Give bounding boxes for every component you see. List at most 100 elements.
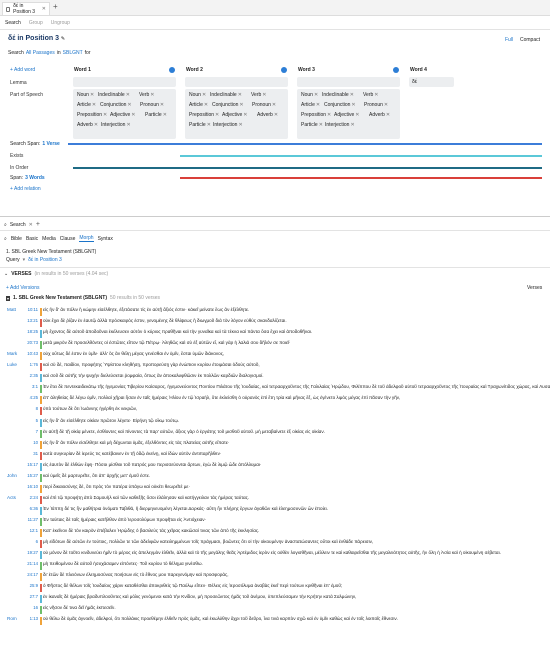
chevron-down-icon[interactable]: ▾ bbox=[6, 295, 11, 301]
pos-chip[interactable]: Adjective✕ bbox=[334, 112, 360, 118]
verse-row[interactable]: John 15:27 καὶ ὑμεῖς δὲ μαρτυρεῖτε, ὅτι ἀπ… bbox=[0, 473, 550, 484]
document-tab[interactable]: δέ in Position 3 ✕ bbox=[2, 2, 50, 15]
pos-chip[interactable]: Pronoun✕ bbox=[140, 102, 164, 108]
verse-reference[interactable]: 6:36 bbox=[24, 506, 38, 511]
verse-reference[interactable]: 5 bbox=[24, 418, 38, 423]
verse-row[interactable]: 10 εἰς ἣν δ' ἂν πόλιν εἰσέλθητε καὶ μὴ δέ… bbox=[0, 440, 550, 451]
pos-chip[interactable]: Article✕ bbox=[189, 102, 208, 108]
edit-pencil-icon[interactable]: ✎ bbox=[61, 36, 65, 42]
span-words-value[interactable]: 3 Words bbox=[25, 175, 45, 181]
verse-reference[interactable]: 10 bbox=[24, 440, 38, 445]
pos-chip[interactable]: Preposition✕ bbox=[77, 112, 107, 118]
new-tab-icon[interactable]: + bbox=[53, 2, 58, 11]
pos-chip[interactable]: Verb✕ bbox=[139, 92, 155, 98]
pos-chip[interactable]: Article✕ bbox=[77, 102, 96, 108]
pos-chip[interactable]: Verb✕ bbox=[363, 92, 379, 98]
word-2-lemma-field[interactable] bbox=[185, 77, 288, 87]
pos-chip[interactable]: Interjection✕ bbox=[101, 122, 131, 128]
verse-row[interactable]: Mark 10:43 οὐχ οὕτως δέ ἐστιν ἐν ὑμῖν· ἀλλ… bbox=[0, 351, 550, 362]
chevron-down-icon[interactable]: ▾ bbox=[23, 257, 26, 263]
scope-selector[interactable]: All Passages bbox=[26, 50, 55, 56]
verse-reference[interactable]: 15:17 bbox=[24, 462, 38, 467]
pos-chip[interactable]: Conjunction✕ bbox=[212, 102, 244, 108]
tab-morph[interactable]: Morph bbox=[79, 235, 94, 242]
pos-chip[interactable]: Conjunction✕ bbox=[324, 102, 356, 108]
verse-book[interactable]: Mark bbox=[7, 351, 17, 356]
verse-reference[interactable]: 12:1 bbox=[24, 528, 38, 533]
word-1-lemma-field[interactable] bbox=[73, 77, 176, 87]
verse-reference[interactable]: 6 bbox=[24, 539, 38, 544]
verse-row[interactable]: 15:17 εἰς ἑαυτὸν δὲ ἐλθὼν ἔφη· Πόσοι μίσθ… bbox=[0, 462, 550, 473]
verse-book[interactable]: Acts bbox=[7, 495, 16, 500]
verse-reference[interactable]: 18:25 bbox=[24, 329, 38, 334]
pos-chip[interactable]: Conjunction✕ bbox=[100, 102, 132, 108]
close-icon[interactable]: ✕ bbox=[29, 222, 33, 228]
verse-row[interactable]: Rom 1:13 οὐ θέλω δὲ ὑμᾶς ἀγνοεῖν, ἀδελφοί,… bbox=[0, 616, 550, 627]
word-3-add-icon[interactable] bbox=[393, 67, 399, 73]
pos-chip[interactable]: Preposition✕ bbox=[301, 112, 331, 118]
view-full-button[interactable]: Full bbox=[505, 37, 513, 43]
pos-chip[interactable]: Preposition✕ bbox=[189, 112, 219, 118]
pos-chip[interactable]: Particle✕ bbox=[145, 112, 167, 118]
verse-row[interactable]: 5 εἰς ἣν δ' ἂν εἰσέλθητε οἰκίαν πρῶτον λέ… bbox=[0, 418, 550, 429]
verse-row[interactable]: 27:7 ἐν ἱκαναῖς δὲ ἡμέραις βραδυπλοοῦντες… bbox=[0, 594, 550, 605]
close-icon[interactable]: ✕ bbox=[42, 6, 46, 12]
query-selector[interactable]: δέ in Position 3 bbox=[28, 257, 62, 263]
pos-chip[interactable]: Interjection✕ bbox=[213, 122, 243, 128]
verse-reference[interactable]: 7 bbox=[24, 429, 38, 434]
verse-reference[interactable]: 10:43 bbox=[24, 351, 38, 356]
word-4-lemma-field[interactable]: δέ bbox=[409, 77, 454, 87]
verse-row[interactable]: 11:27 Ἐν ταύταις δὲ ταῖς ἡμέραις κατῆλθον… bbox=[0, 517, 550, 528]
verse-reference[interactable]: 20:73 bbox=[24, 340, 38, 345]
add-word-button[interactable]: + Add word bbox=[10, 67, 35, 73]
pos-chip[interactable]: Noun✕ bbox=[77, 92, 94, 98]
verse-reference[interactable]: 24:17 bbox=[24, 572, 38, 577]
add-versions-button[interactable]: + Add Versions bbox=[6, 285, 40, 291]
verse-reference[interactable]: 4:25 bbox=[24, 395, 38, 400]
verse-reference[interactable]: 2:35 bbox=[24, 373, 38, 378]
verse-row[interactable]: Acts 2:24 καὶ ἐπὶ τῷ προφήτῃ ἀπὸ Σαμουὴλ κ… bbox=[0, 495, 550, 506]
verse-reference[interactable]: 21:14 bbox=[24, 561, 38, 566]
verse-reference[interactable]: 11:27 bbox=[24, 517, 38, 522]
verse-book[interactable]: Matt bbox=[7, 307, 16, 312]
word-3-lemma-field[interactable] bbox=[297, 77, 400, 87]
verse-row[interactable]: 4:25 ἐπ' ἀληθείας δὲ λέγω ὑμῖν, πολλαὶ χῆ… bbox=[0, 395, 550, 406]
pos-chip[interactable]: Adjective✕ bbox=[222, 112, 248, 118]
result-group-header[interactable]: ▾ 1. SBL Greek New Testament (SBLGNT) 50… bbox=[6, 295, 160, 301]
verse-row[interactable]: 31 κατὰ συγκυρίαν δὲ ἱερεύς τις κατέβαινε… bbox=[0, 451, 550, 462]
verse-reference[interactable]: 16:10 bbox=[24, 484, 38, 489]
pos-chip[interactable]: Pronoun✕ bbox=[364, 102, 388, 108]
pos-chip[interactable]: Pronoun✕ bbox=[252, 102, 276, 108]
pos-chip[interactable]: Particle✕ bbox=[189, 122, 211, 128]
verse-row[interactable]: 3:1 Ἐν ἔτει δὲ πεντεκαιδεκάτῳ τῆς ἡγεμονί… bbox=[0, 384, 550, 395]
verse-row[interactable]: 13:21 οὐκ ἔχει δὲ ῥίζαν ἐν ἑαυτῷ ἀλλὰ πρό… bbox=[0, 318, 550, 329]
verse-reference[interactable]: 27:7 bbox=[24, 594, 38, 599]
verse-book[interactable]: John bbox=[7, 473, 17, 478]
pos-chip[interactable]: Verb✕ bbox=[251, 92, 267, 98]
pos-chip[interactable]: Article✕ bbox=[301, 102, 320, 108]
word-2-pos-field[interactable]: Noun✕ Indeclinable✕ Verb✕ Article✕ Conju… bbox=[185, 89, 288, 139]
verse-row[interactable]: Luke 1:76 καὶ σὺ δέ, παιδίον, προφήτης Ὑψί… bbox=[0, 362, 550, 373]
ungroup-button[interactable]: Ungroup bbox=[51, 20, 70, 26]
pos-chip[interactable]: Noun✕ bbox=[301, 92, 318, 98]
verse-row[interactable]: 7 ἐν αὐτῇ δὲ τῇ οἰκίᾳ μένετε, ἐσθίοντες κ… bbox=[0, 429, 550, 440]
word-1-pos-field[interactable]: Noun✕ Indeclinable✕ Verb✕ Article✕ Conju… bbox=[73, 89, 176, 139]
tab-syntax[interactable]: Syntax bbox=[98, 236, 113, 242]
verse-reference[interactable]: 16 bbox=[24, 605, 38, 610]
pos-chip[interactable]: Particle✕ bbox=[301, 122, 323, 128]
verse-row[interactable]: 24:17 δι' ἐτῶν δὲ πλειόνων ἐλεημοσύνας πο… bbox=[0, 572, 550, 583]
verse-row[interactable]: 6 μὴ εἰδότων δὲ αὐτῶν ἐν τούτοις, πολλῶν … bbox=[0, 539, 550, 550]
verse-reference[interactable]: 3:1 bbox=[24, 384, 38, 389]
add-relation-button[interactable]: + Add relation bbox=[10, 186, 41, 192]
verse-row[interactable]: 25:9 ὁ Φῆστος δὲ θέλων τοῖς Ἰουδαίοις χάρ… bbox=[0, 583, 550, 594]
chevron-down-icon[interactable]: ⌄ bbox=[4, 271, 8, 277]
verse-row[interactable]: 2:35 καὶ σοῦ δὲ αὐτῆς τὴν ψυχὴν διελεύσετ… bbox=[0, 373, 550, 384]
pos-chip[interactable]: Adverb✕ bbox=[257, 112, 278, 118]
verse-row[interactable]: Matt 10:11 εἰς ἣν δ' ἂν πόλιν ἢ κώμην εἰσέ… bbox=[0, 307, 550, 318]
verse-reference[interactable]: 25:9 bbox=[24, 583, 38, 588]
pos-chip[interactable]: Adverb✕ bbox=[77, 122, 98, 128]
tab-bible[interactable]: Bible bbox=[11, 236, 22, 242]
verse-reference[interactable]: 19:27 bbox=[24, 550, 38, 555]
verse-reference[interactable]: 1:13 bbox=[24, 616, 38, 621]
pos-chip[interactable]: Interjection✕ bbox=[325, 122, 355, 128]
